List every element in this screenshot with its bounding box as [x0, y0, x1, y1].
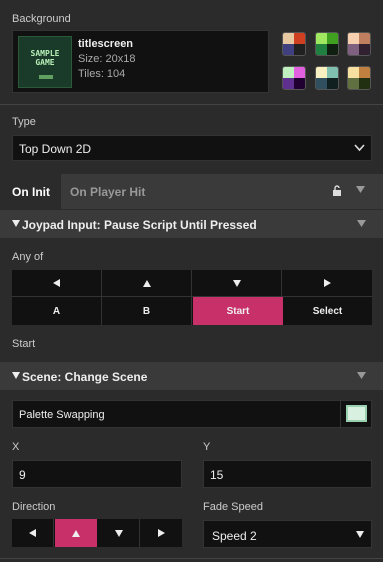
x-label: X — [12, 441, 20, 453]
direction-left-button[interactable] — [12, 519, 54, 547]
scene-select[interactable]: Palette Swapping — [12, 400, 372, 428]
arrow-up-icon — [142, 279, 151, 287]
caret-down-icon — [356, 531, 364, 538]
joypad-title: Joypad Input: Pause Script Until Pressed — [22, 218, 257, 232]
tab-on-init[interactable]: On Init — [0, 174, 61, 209]
joypad-a-button[interactable]: A — [12, 297, 102, 325]
scene-section-header[interactable]: Scene: Change Scene — [0, 362, 383, 390]
joypad-down-button[interactable] — [192, 270, 282, 297]
joypad-right-button[interactable] — [282, 270, 372, 297]
fade-speed-label: Fade Speed — [203, 501, 263, 513]
y-label: Y — [203, 441, 211, 453]
chevron-down-icon — [354, 144, 365, 152]
expand-icon — [12, 220, 20, 227]
type-value: Top Down 2D — [19, 142, 92, 156]
thumbnail-text-2: GAME — [35, 58, 55, 67]
tab-on-player-hit-label: On Player Hit — [70, 185, 146, 199]
scene-preview-icon — [346, 405, 367, 422]
joypad-up-button[interactable] — [102, 270, 192, 297]
lock-icon[interactable] — [332, 185, 342, 197]
background-title: titlescreen — [78, 38, 134, 50]
x-value: 9 — [19, 468, 26, 482]
scene-value: Palette Swapping — [19, 409, 105, 421]
joypad-select-button[interactable]: Select — [283, 297, 372, 325]
joypad-button-grid: A B Start Select — [12, 270, 372, 325]
direction-label: Direction — [12, 501, 56, 513]
thumbnail-text-1: SAMPLE — [30, 49, 60, 58]
arrow-left-icon — [29, 529, 36, 537]
fade-speed-select[interactable]: Speed 2 — [203, 520, 372, 548]
tab-on-init-label: On Init — [12, 185, 50, 199]
fade-speed-value: Speed 2 — [212, 529, 257, 543]
arrow-right-icon — [323, 279, 331, 287]
any-of-label: Any of — [12, 251, 44, 263]
palette-swatch[interactable] — [282, 66, 306, 90]
palette-swatch[interactable] — [282, 32, 306, 56]
type-label: Type — [12, 116, 36, 128]
arrow-right-icon — [157, 529, 165, 537]
x-input[interactable]: 9 — [12, 460, 182, 488]
direction-buttons — [12, 519, 182, 547]
arrow-down-icon — [114, 529, 123, 537]
background-tiles: Tiles: 104 — [78, 68, 126, 80]
section-menu-icon[interactable] — [357, 372, 366, 380]
background-selector[interactable]: SAMPLE GAME titlescreen Size: 20x18 Tile… — [12, 30, 269, 93]
thumbnail-decoration — [39, 75, 53, 79]
palette-swatch[interactable] — [315, 32, 339, 56]
expand-icon — [12, 372, 20, 379]
arrow-left-icon — [53, 279, 60, 287]
y-input[interactable]: 15 — [203, 460, 372, 488]
tab-on-player-hit[interactable]: On Player Hit — [61, 174, 161, 209]
tab-collapse-icon[interactable] — [356, 186, 365, 194]
scene-title: Scene: Change Scene — [22, 370, 148, 384]
direction-right-button[interactable] — [140, 519, 182, 547]
direction-down-button[interactable] — [98, 519, 140, 547]
joypad-b-button[interactable]: B — [102, 297, 192, 325]
start-label: Start — [12, 338, 36, 350]
arrow-up-icon — [72, 529, 80, 537]
type-select[interactable]: Top Down 2D — [12, 135, 372, 161]
palette-swatch[interactable] — [315, 66, 339, 90]
palette-swatch[interactable] — [347, 32, 371, 56]
background-size: Size: 20x18 — [78, 53, 136, 65]
joypad-left-button[interactable] — [12, 270, 102, 297]
section-menu-icon[interactable] — [357, 220, 366, 228]
palette-swatch[interactable] — [347, 66, 371, 90]
joypad-section-header[interactable]: Joypad Input: Pause Script Until Pressed — [0, 210, 383, 238]
arrow-down-icon — [232, 279, 241, 287]
direction-up-button[interactable] — [55, 519, 97, 547]
background-label: Background — [12, 13, 71, 25]
joypad-start-button[interactable]: Start — [193, 297, 283, 325]
y-value: 15 — [210, 468, 224, 482]
background-thumbnail: SAMPLE GAME — [18, 36, 72, 88]
